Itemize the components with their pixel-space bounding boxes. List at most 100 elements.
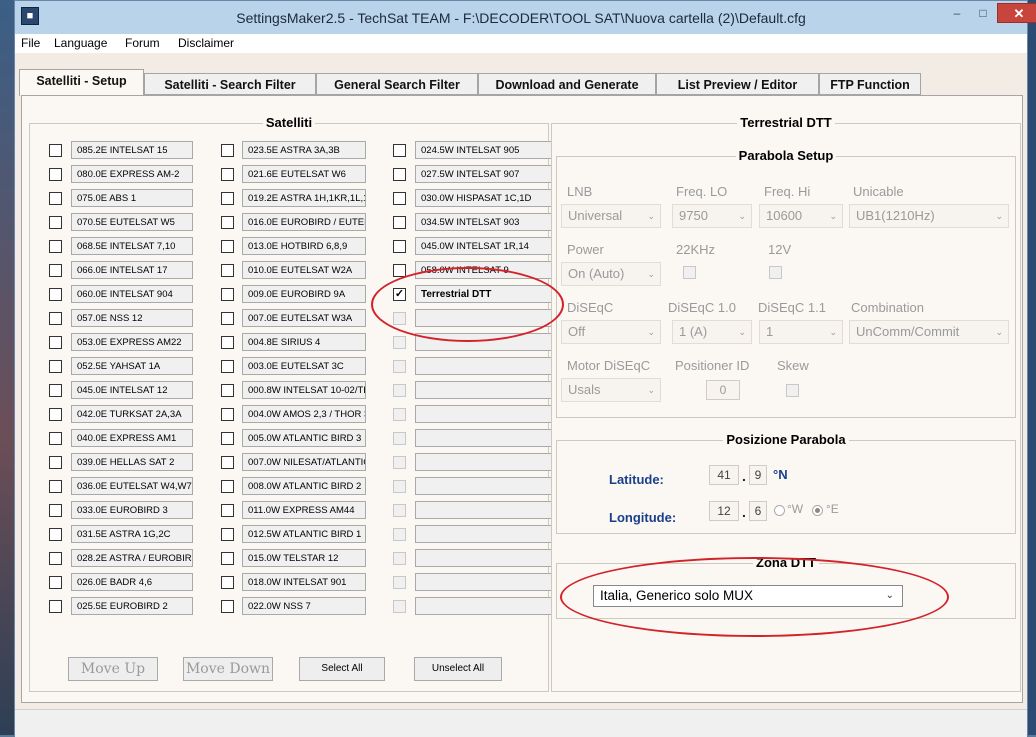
- menu-forum[interactable]: Forum: [125, 36, 160, 50]
- satellite-button[interactable]: [415, 429, 552, 447]
- motor-diseqc-select[interactable]: Usals ⌄: [561, 378, 661, 402]
- close-button[interactable]: ✕: [997, 3, 1036, 23]
- v12-checkbox[interactable]: [769, 266, 782, 279]
- satellite-button[interactable]: [415, 573, 552, 591]
- satellite-button[interactable]: 000.8W INTELSAT 10-02/TH: [242, 381, 366, 399]
- satellite-checkbox[interactable]: [393, 216, 406, 229]
- satellite-button[interactable]: 034.5W INTELSAT 903: [415, 213, 552, 231]
- satellite-checkbox[interactable]: [393, 336, 406, 349]
- satellite-checkbox[interactable]: [221, 240, 234, 253]
- satellite-checkbox[interactable]: [393, 240, 406, 253]
- satellite-button[interactable]: 009.0E EUROBIRD 9A: [242, 285, 366, 303]
- satellite-checkbox[interactable]: [221, 480, 234, 493]
- satellite-checkbox[interactable]: [221, 144, 234, 157]
- satellite-checkbox[interactable]: [221, 576, 234, 589]
- satellite-button[interactable]: 070.5E EUTELSAT W5: [71, 213, 193, 231]
- lnb-select[interactable]: Universal ⌄: [561, 204, 661, 228]
- satellite-checkbox[interactable]: [393, 360, 406, 373]
- satellite-button[interactable]: 045.0E INTELSAT 12: [71, 381, 193, 399]
- satellite-button[interactable]: [415, 357, 552, 375]
- move-down-button[interactable]: Move Down: [183, 657, 273, 681]
- menu-file[interactable]: File: [21, 36, 40, 50]
- minimize-button[interactable]: –: [944, 3, 970, 23]
- satellite-checkbox[interactable]: [393, 168, 406, 181]
- satellite-button[interactable]: 057.0E NSS 12: [71, 309, 193, 327]
- satellite-button[interactable]: 025.5E EUROBIRD 2: [71, 597, 193, 615]
- satellite-checkbox[interactable]: [49, 432, 62, 445]
- longitude-degrees-field[interactable]: 12: [709, 501, 739, 521]
- freq-hi-select[interactable]: 10600 ⌄: [759, 204, 843, 228]
- satellite-button[interactable]: 012.5W ATLANTIC BIRD 1: [242, 525, 366, 543]
- satellite-checkbox[interactable]: [393, 600, 406, 613]
- satellite-button[interactable]: [415, 549, 552, 567]
- east-radio[interactable]: [812, 505, 823, 516]
- satellite-button[interactable]: 005.0W ATLANTIC BIRD 3: [242, 429, 366, 447]
- satellite-checkbox[interactable]: [393, 576, 406, 589]
- satellite-button[interactable]: 028.2E ASTRA / EUROBIRD: [71, 549, 193, 567]
- satellite-checkbox[interactable]: [49, 312, 62, 325]
- satellite-checkbox[interactable]: [49, 504, 62, 517]
- satellite-button[interactable]: 008.0W ATLANTIC BIRD 2: [242, 477, 366, 495]
- satellite-checkbox[interactable]: [221, 216, 234, 229]
- satellite-button[interactable]: 011.0W EXPRESS AM44: [242, 501, 366, 519]
- select-all-button[interactable]: Select All: [299, 657, 385, 681]
- diseqc11-select[interactable]: 1 ⌄: [759, 320, 843, 344]
- satellite-checkbox[interactable]: [49, 408, 62, 421]
- satellite-checkbox[interactable]: [49, 384, 62, 397]
- satellite-checkbox[interactable]: [393, 408, 406, 421]
- satellite-button[interactable]: 068.5E INTELSAT 7,10: [71, 237, 193, 255]
- satellite-checkbox[interactable]: [221, 432, 234, 445]
- satellite-button[interactable]: [415, 381, 552, 399]
- satellite-checkbox[interactable]: [49, 576, 62, 589]
- tab-general-search-filter[interactable]: General Search Filter: [316, 73, 478, 95]
- positioner-id-field[interactable]: 0: [706, 380, 740, 400]
- khz-checkbox[interactable]: [683, 266, 696, 279]
- menu-language[interactable]: Language: [54, 36, 107, 50]
- satellite-checkbox[interactable]: [221, 288, 234, 301]
- satellite-checkbox[interactable]: [49, 480, 62, 493]
- satellite-button[interactable]: 066.0E INTELSAT 17: [71, 261, 193, 279]
- combination-select[interactable]: UnComm/Commit ⌄: [849, 320, 1009, 344]
- satellite-button[interactable]: [415, 501, 552, 519]
- unselect-all-button[interactable]: Unselect All: [414, 657, 502, 681]
- satellite-checkbox[interactable]: [49, 528, 62, 541]
- satellite-button[interactable]: 010.0E EUTELSAT W2A: [242, 261, 366, 279]
- satellite-checkbox[interactable]: [49, 336, 62, 349]
- satellite-button[interactable]: 018.0W INTELSAT 901: [242, 573, 366, 591]
- diseqc-select[interactable]: Off ⌄: [561, 320, 661, 344]
- satellite-button[interactable]: 033.0E EUROBIRD 3: [71, 501, 193, 519]
- satellite-button[interactable]: 004.0W AMOS 2,3 / THOR 3: [242, 405, 366, 423]
- satellite-button[interactable]: [415, 453, 552, 471]
- satellite-checkbox[interactable]: [49, 456, 62, 469]
- satellite-button[interactable]: 060.0E INTELSAT 904: [71, 285, 193, 303]
- satellite-button[interactable]: 031.5E ASTRA 1G,2C: [71, 525, 193, 543]
- power-select[interactable]: On (Auto) ⌄: [561, 262, 661, 286]
- satellite-checkbox[interactable]: [221, 384, 234, 397]
- satellite-checkbox[interactable]: [49, 288, 62, 301]
- satellite-checkbox[interactable]: [221, 192, 234, 205]
- satellite-checkbox[interactable]: [393, 384, 406, 397]
- unicable-select[interactable]: UB1(1210Hz) ⌄: [849, 204, 1009, 228]
- satellite-button[interactable]: 042.0E TURKSAT 2A,3A: [71, 405, 193, 423]
- satellite-checkbox[interactable]: [221, 528, 234, 541]
- satellite-button[interactable]: 021.6E EUTELSAT W6: [242, 165, 366, 183]
- satellite-checkbox[interactable]: [221, 312, 234, 325]
- satellite-checkbox[interactable]: [221, 600, 234, 613]
- menu-disclaimer[interactable]: Disclaimer: [178, 36, 234, 50]
- satellite-checkbox[interactable]: [393, 552, 406, 565]
- satellite-button[interactable]: 024.5W INTELSAT 905: [415, 141, 552, 159]
- tab-satelliti-setup[interactable]: Satelliti - Setup: [19, 69, 144, 96]
- longitude-minutes-field[interactable]: 6: [749, 501, 767, 521]
- satellite-checkbox[interactable]: [221, 504, 234, 517]
- satellite-button[interactable]: 007.0E EUTELSAT W3A: [242, 309, 366, 327]
- satellite-checkbox[interactable]: [393, 144, 406, 157]
- satellite-checkbox[interactable]: [221, 168, 234, 181]
- satellite-button[interactable]: 027.5W INTELSAT 907: [415, 165, 552, 183]
- satellite-checkbox[interactable]: [49, 264, 62, 277]
- satellite-checkbox[interactable]: [393, 528, 406, 541]
- satellite-checkbox[interactable]: [393, 480, 406, 493]
- satellite-button[interactable]: 030.0W HISPASAT 1C,1D: [415, 189, 552, 207]
- satellite-checkbox[interactable]: [393, 504, 406, 517]
- satellite-checkbox[interactable]: [221, 360, 234, 373]
- satellite-checkbox[interactable]: [49, 216, 62, 229]
